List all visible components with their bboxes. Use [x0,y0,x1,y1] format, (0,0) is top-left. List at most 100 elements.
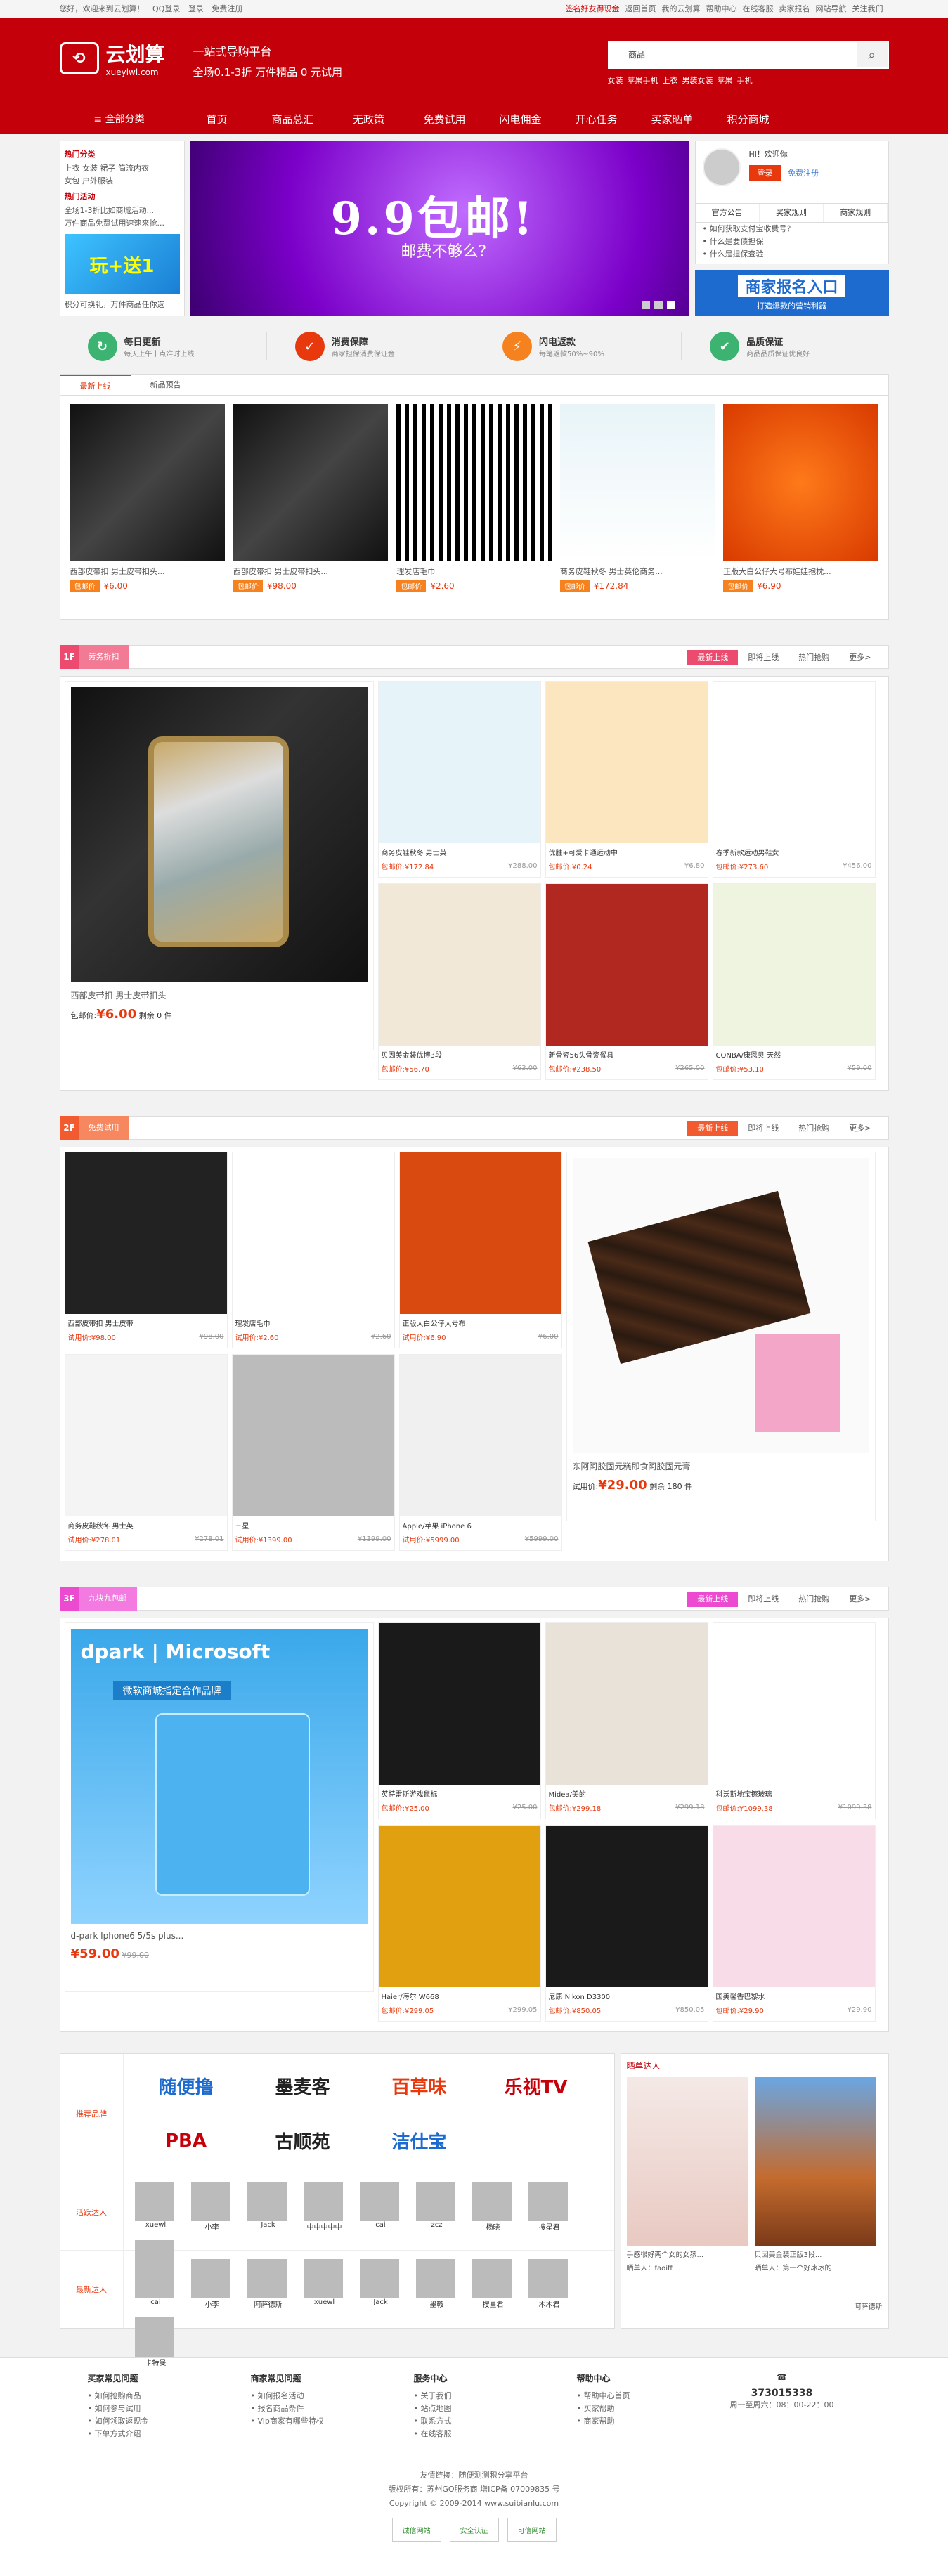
friend-links[interactable]: 友情链接：随便测测积分享平台 [60,2468,889,2483]
floor-tab[interactable]: 热门抢购 [788,1592,839,1607]
nav-item[interactable]: 无政策 [331,112,407,126]
left-promo-banner[interactable]: 玩+送1 [64,234,180,294]
user-avatar[interactable]: xuewl [303,2259,346,2309]
hot-word-link[interactable]: 苹果 [718,76,733,85]
floor-product-card[interactable]: 三星 试用价:¥1399.00 ¥1399.00 [231,1354,395,1551]
floor-featured-product[interactable]: dpark | Microsoft 微软商城指定合作品牌 d-park Ipho… [64,1622,374,1992]
topbar-link[interactable]: 签名好友得现金 [566,4,620,13]
floor-product-card[interactable]: 尼康 Nikon D3300 包邮价:¥850.05 ¥850.05 [545,1825,708,2022]
user-avatar[interactable]: 木木君 [528,2259,571,2309]
footer-link[interactable]: • 站点地图 [414,2402,549,2415]
hot-word-link[interactable]: 手机 [737,76,753,85]
footer-link[interactable]: • 联系方式 [414,2415,549,2428]
user-avatar[interactable]: cai [359,2182,402,2232]
topbar-link[interactable]: 帮助中心 [706,4,737,13]
brand-logo[interactable]: 随便撸 [128,2058,245,2113]
footer-link[interactable]: • 关于我们 [414,2390,549,2402]
new-tab[interactable]: 最新上线 [60,375,131,395]
user-avatar[interactable]: zcz [415,2182,458,2232]
share-order-item[interactable]: 手感很好两个女的女孩... 晒单人：faoiff [626,2077,748,2272]
notice-item[interactable]: • 如何获取支付宝收费号？ [696,223,888,235]
site-logo[interactable]: ⟲ 云划算 xueyiwl.com [59,39,165,77]
floor-product-card[interactable]: 新骨瓷56头骨瓷餐具 包邮价:¥238.50 ¥265.00 [545,883,708,1080]
topbar-link[interactable]: 关注我们 [852,4,883,13]
brand-logo[interactable]: 古顺苑 [245,2114,361,2168]
footer-link[interactable]: • 帮助中心首页 [577,2390,712,2402]
floor-product-card[interactable]: 优胜+可爱卡通运动中 包邮价:¥0.24 ¥6.80 [545,681,708,878]
category-line[interactable]: 女包 户外服装 [65,175,180,188]
floor-product-card[interactable]: Apple/苹果 iPhone 6 试用价:¥5999.00 ¥5999.00 [398,1354,562,1551]
topbar-link[interactable]: 返回首页 [625,4,656,13]
floor-tab[interactable]: 热门抢购 [788,1121,839,1136]
floor-tab[interactable]: 即将上线 [738,1592,788,1607]
floor-product-card[interactable]: 国美馨香巴黎水 包邮价:¥29.90 ¥29.90 [712,1825,876,2022]
product-card[interactable]: 西部皮带扣 男士皮带扣头... 包邮价 ¥6.00 [70,404,225,592]
share-order-item[interactable]: 贝因美金装正版3段... 晒单人：第一个好冰冰的 [754,2077,876,2272]
search-input[interactable] [665,42,857,67]
user-avatar[interactable]: 中中中中中 [303,2182,346,2232]
footer-link[interactable]: • 下单方式介绍 [88,2428,223,2440]
qq-login-link[interactable]: QQ登录 [152,4,180,13]
floor-tab[interactable]: 即将上线 [738,1121,788,1136]
activity-line[interactable]: 万件商品免费试用速速来抢... [65,217,180,230]
footer-link[interactable]: • 买家帮助 [577,2402,712,2415]
login-button[interactable]: 登录 [748,165,781,181]
footer-badge[interactable]: 安全认证 [449,2518,499,2542]
category-line[interactable]: 上衣 女装 裙子 简流内衣 [65,162,180,175]
user-avatar[interactable]: Jack [359,2259,402,2309]
topbar-link[interactable]: 我的云划算 [662,4,701,13]
floor-product-card[interactable]: CONBA/康恩贝 天然 包邮价:¥53.10 ¥59.00 [712,883,876,1080]
footer-link[interactable]: • 如何领取返现金 [88,2415,223,2428]
floor-product-card[interactable]: Midea/美的 包邮价:¥299.18 ¥299.18 [545,1622,708,1819]
hot-word-link[interactable]: 苹果手机 [628,76,658,85]
banner-dot[interactable] [654,301,663,309]
floor-featured-product[interactable]: 东阿阿胶固元糕即食阿胶固元膏 试用价:¥29.00 剩余 180 件 [566,1152,876,1521]
topbar-link[interactable]: 网站导航 [816,4,847,13]
nav-item[interactable]: 开心任务 [559,112,635,126]
floor-product-card[interactable]: 商务皮鞋秋冬 男士英 包邮价:¥172.84 ¥288.00 [377,681,541,878]
product-card[interactable]: 理发店毛巾 包邮价 ¥2.60 [396,404,552,592]
nav-item[interactable]: 首页 [179,112,255,126]
floor-tab[interactable]: 最新上线 [687,1121,739,1136]
floor-tab[interactable]: 即将上线 [738,650,788,665]
footer-badge[interactable]: 诚信网站 [391,2518,441,2542]
search-category-select[interactable]: 商品 [609,42,665,67]
register-button[interactable]: 免费注册 [788,167,819,178]
merchant-signup-banner[interactable]: 商家报名入口 打造爆款的营销利器 [694,270,889,316]
brand-logo[interactable]: 洁仕宝 [361,2114,478,2168]
notice-item[interactable]: • 什么是要债担保 [696,235,888,248]
footer-link[interactable]: • 报名商品条件 [251,2402,386,2415]
user-avatar[interactable]: xuewl [134,2182,177,2232]
footer-link[interactable]: • 如何报名活动 [251,2390,386,2402]
brand-logo[interactable]: PBA [128,2114,245,2168]
floor-product-card[interactable]: 英特雷斯游戏鼠标 包邮价:¥25.00 ¥25.00 [377,1622,541,1819]
user-avatar[interactable]: cai [134,2259,177,2309]
footer-link[interactable]: • 商家帮助 [577,2415,712,2428]
activity-line[interactable]: 全场1-3折比如商城活动... [65,204,180,217]
user-avatar[interactable]: 搜星君 [528,2182,571,2232]
floor-tab[interactable]: 最新上线 [687,1592,739,1607]
product-card[interactable]: 西部皮带扣 男士皮带扣头... 包邮价 ¥98.00 [233,404,389,592]
search-button[interactable]: ⌕ [856,42,888,67]
floor-featured-product[interactable]: 西部皮带扣 男士皮带扣头 包邮价:¥6.00 剩余 0 件 [64,681,374,1050]
user-avatar[interactable]: 小李 [190,2182,233,2232]
floor-product-card[interactable]: 商务皮鞋秋冬 男士英 试用价:¥278.01 ¥278.01 [64,1354,228,1551]
user-avatar[interactable]: 小李 [190,2259,233,2309]
brand-logo[interactable]: 百草味 [361,2058,478,2113]
share-order-more[interactable]: 阿萨德斯 [627,2301,883,2311]
floor-product-card[interactable]: 春季新款运动男鞋女 包邮价:¥273.60 ¥456.00 [712,681,876,878]
banner-dot-active[interactable] [666,301,675,309]
floor-product-card[interactable]: 西部皮带扣 男士皮带 试用价:¥98.00 ¥98.00 [64,1152,228,1348]
login-link[interactable]: 登录 [188,4,204,13]
floor-product-card[interactable]: Haier/海尔 W668 包邮价:¥299.05 ¥299.05 [377,1825,541,2022]
new-tab[interactable]: 新品预告 [131,375,201,395]
user-avatar[interactable]: Jack [247,2182,290,2232]
hot-word-link[interactable]: 上衣 [663,76,678,85]
user-avatar[interactable]: 搜星君 [472,2259,514,2309]
footer-link[interactable]: • Vip商家有哪些特权 [251,2415,386,2428]
all-categories-button[interactable]: ≡ 全部分类 [60,112,179,126]
nav-item[interactable]: 积分商城 [710,112,786,126]
notice-tab[interactable]: 商家规则 [824,204,888,222]
user-avatar[interactable]: 墨鞍 [415,2259,458,2309]
brand-logo[interactable]: 墨麦客 [245,2058,361,2113]
